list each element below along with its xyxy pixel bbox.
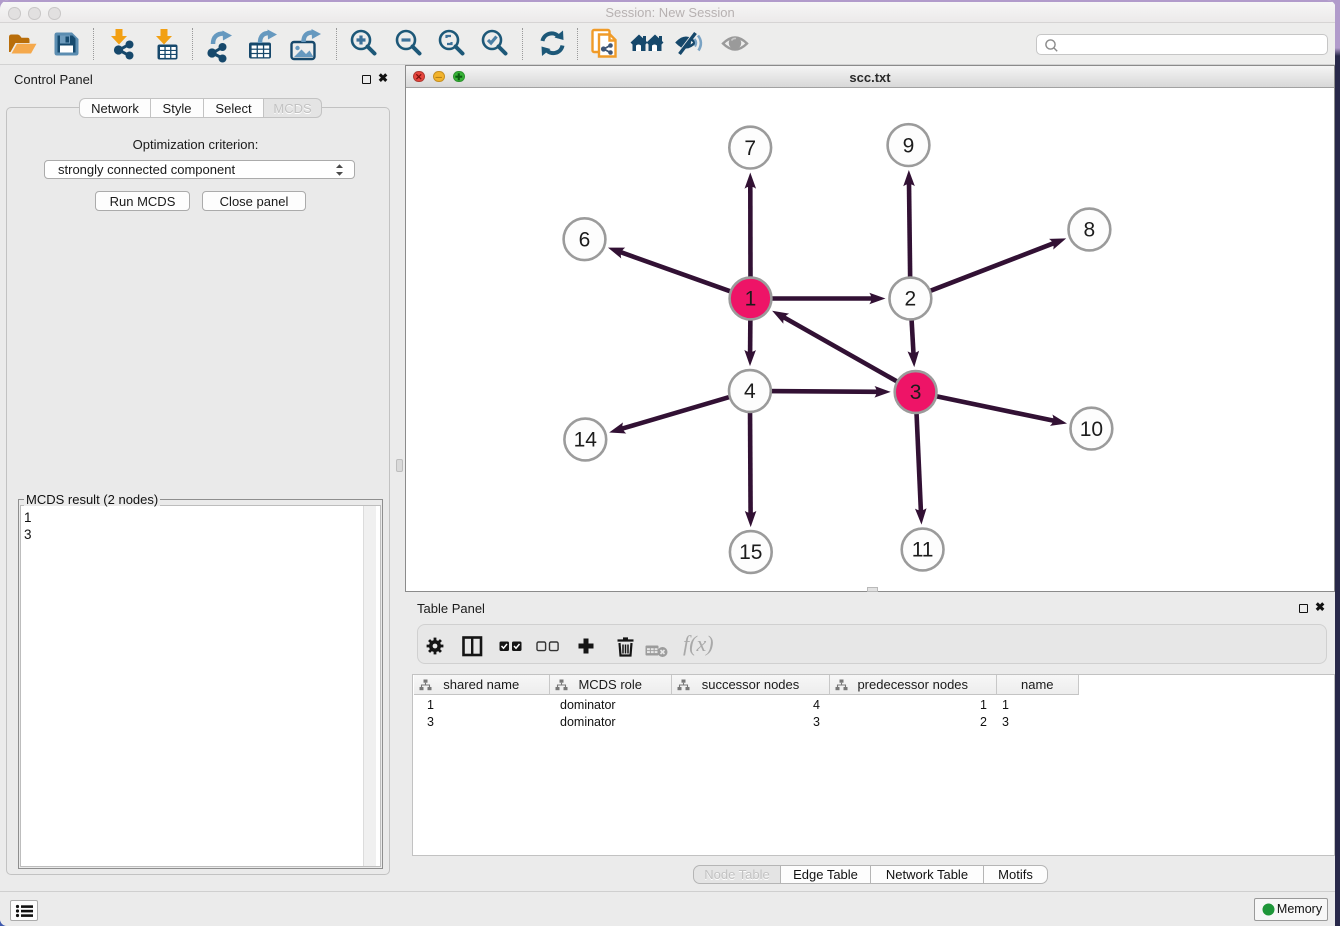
svg-text:1: 1 bbox=[745, 288, 757, 311]
svg-text:4: 4 bbox=[744, 380, 756, 403]
svg-text:6: 6 bbox=[579, 228, 591, 251]
svg-text:9: 9 bbox=[903, 134, 915, 157]
svg-text:10: 10 bbox=[1080, 418, 1103, 441]
svg-text:7: 7 bbox=[744, 137, 756, 160]
svg-text:8: 8 bbox=[1084, 219, 1096, 242]
svg-text:14: 14 bbox=[574, 429, 598, 452]
svg-text:11: 11 bbox=[912, 539, 934, 562]
svg-text:3: 3 bbox=[910, 381, 922, 404]
svg-text:15: 15 bbox=[739, 541, 762, 564]
svg-text:2: 2 bbox=[905, 288, 917, 311]
